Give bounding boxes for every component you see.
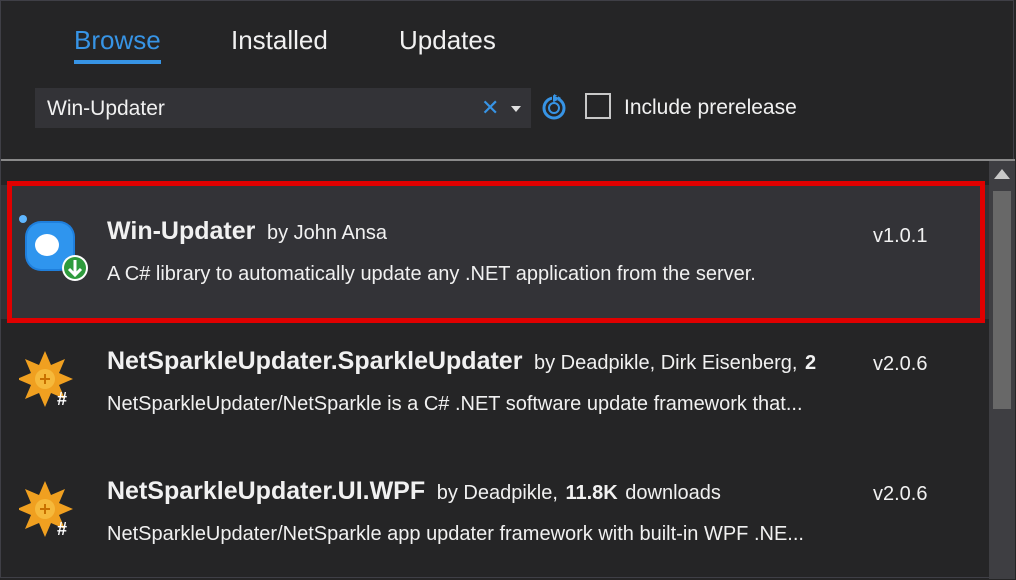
tab-browse[interactable]: Browse (74, 23, 161, 64)
sparkle-csharp-icon: # (17, 479, 83, 543)
chevron-down-icon[interactable] (507, 96, 525, 120)
sparkle-csharp-icon: # (17, 349, 83, 413)
package-authors: by Deadpikle, Dirk Eisenberg, (534, 352, 798, 374)
package-manager-panel: Browse Installed Updates ✕ Include prere… (0, 0, 1015, 579)
refresh-icon[interactable] (539, 92, 569, 122)
package-version: v2.0.6 (873, 353, 928, 375)
svg-text:#: # (57, 389, 67, 409)
search-input[interactable] (45, 88, 469, 130)
package-name[interactable]: NetSparkleUpdater.UI.WPF (107, 477, 425, 505)
package-row-netsparkle-ui-wpf[interactable]: # NetSparkleUpdater.UI.WPF by Deadpikle,… (1, 449, 989, 579)
package-icon-blue (19, 213, 88, 281)
close-icon[interactable]: ✕ (481, 94, 499, 122)
package-list: Win-Updater by John Ansa A C# library to… (1, 161, 989, 579)
package-title: NetSparkleUpdater.UI.WPF by Deadpikle, 1… (107, 477, 721, 506)
package-description: NetSparkleUpdater/NetSparkle app updater… (107, 523, 804, 545)
vertical-scrollbar[interactable] (989, 161, 1015, 579)
package-version: v2.0.6 (873, 483, 928, 505)
package-name[interactable]: NetSparkleUpdater.SparkleUpdater (107, 347, 522, 375)
include-prerelease-label: Include prerelease (624, 96, 797, 119)
package-version: v1.0.1 (873, 225, 928, 247)
package-authors-more: 2 (805, 352, 817, 374)
svg-text:#: # (57, 519, 67, 539)
package-downloads-label: downloads (625, 482, 721, 504)
package-description: A C# library to automatically update any… (107, 263, 756, 285)
scroll-up-arrow-icon[interactable] (994, 169, 1010, 179)
package-downloads-count: 11.8K (565, 482, 618, 504)
package-title: NetSparkleUpdater.SparkleUpdater by Dead… (107, 347, 816, 376)
tab-updates[interactable]: Updates (399, 23, 496, 57)
package-name[interactable]: Win-Updater (107, 217, 255, 245)
tab-installed[interactable]: Installed (231, 23, 328, 57)
package-row-win-updater[interactable]: Win-Updater by John Ansa A C# library to… (1, 185, 989, 319)
package-description: NetSparkleUpdater/NetSparkle is a C# .NE… (107, 393, 803, 415)
search-box: ✕ (35, 88, 531, 130)
package-authors: by Deadpikle, (436, 482, 558, 504)
package-row-netsparkle-sparkleupdater[interactable]: # NetSparkleUpdater.SparkleUpdater by De… (1, 319, 989, 449)
package-title: Win-Updater by John Ansa (107, 217, 387, 246)
include-prerelease-checkbox[interactable] (585, 93, 611, 119)
package-authors: by John Ansa (266, 222, 388, 244)
scroll-thumb[interactable] (993, 191, 1011, 409)
